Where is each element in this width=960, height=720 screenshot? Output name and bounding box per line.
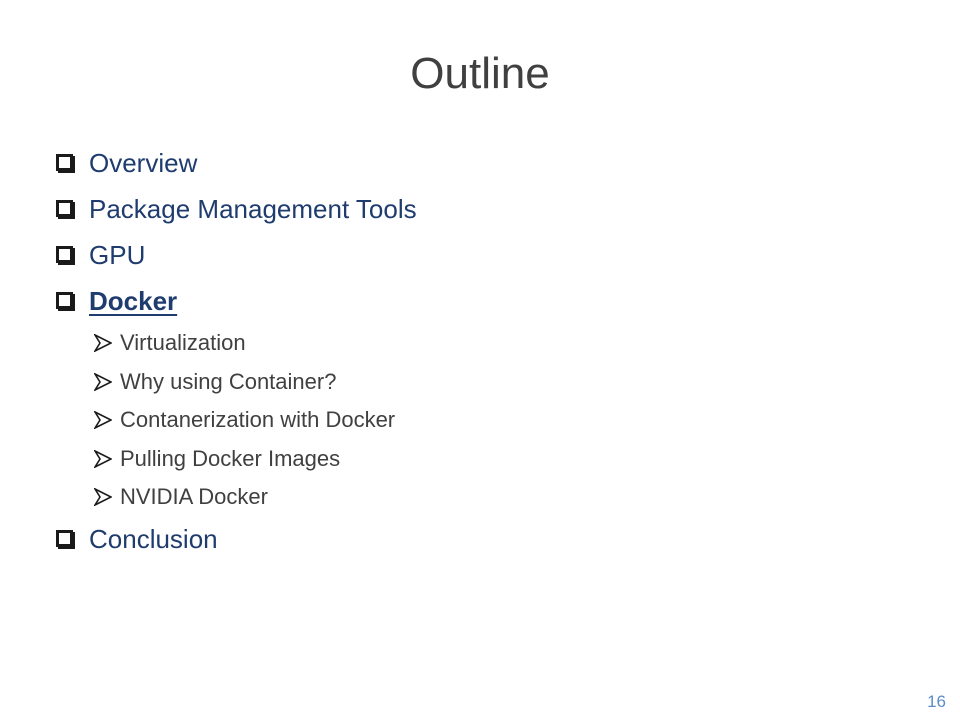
sub-item-why-using-container: Why using Container?	[56, 363, 916, 402]
page-number: 16	[927, 692, 946, 711]
outline-item-overview: Overview	[56, 140, 916, 186]
outline-item-label: Overview	[89, 147, 198, 178]
checkbox-bullet-icon	[56, 153, 73, 171]
sub-item-containerization-with-docker: Contanerization with Docker	[56, 401, 916, 440]
arrow-bullet-icon	[94, 372, 112, 391]
outline-item-conclusion: Conclusion	[56, 517, 916, 563]
sub-item-label: Virtualization	[120, 330, 246, 356]
arrow-bullet-icon	[94, 488, 112, 507]
outline-item-gpu: GPU	[56, 232, 916, 278]
slide: Outline Overview Package Management Tool…	[0, 0, 960, 720]
outline-list: Overview Package Management Tools GPU Do…	[56, 140, 916, 563]
arrow-bullet-icon	[94, 411, 112, 430]
arrow-bullet-icon	[94, 334, 112, 353]
sub-item-nvidia-docker: NVIDIA Docker	[56, 478, 916, 517]
checkbox-bullet-icon	[56, 291, 73, 309]
sub-item-label: Pulling Docker Images	[120, 445, 341, 471]
sub-item-virtualization: Virtualization	[56, 324, 916, 363]
sub-item-label: NVIDIA Docker	[120, 484, 268, 510]
outline-item-docker: Docker	[56, 278, 916, 324]
outline-item-label: GPU	[89, 239, 146, 270]
outline-item-package-management-tools: Package Management Tools	[56, 186, 916, 232]
arrow-bullet-icon	[94, 449, 112, 468]
outline-item-label-current: Docker	[89, 285, 178, 316]
sub-item-label: Why using Container?	[120, 368, 337, 394]
outline-item-label: Package Management Tools	[89, 193, 417, 224]
sub-item-label: Contanerization with Docker	[120, 407, 396, 433]
checkbox-bullet-icon	[56, 530, 73, 547]
slide-title: Outline	[410, 49, 550, 98]
outline-item-label: Conclusion	[89, 524, 218, 554]
checkbox-bullet-icon	[56, 199, 73, 217]
sub-item-pulling-docker-images: Pulling Docker Images	[56, 440, 916, 479]
checkbox-bullet-icon	[56, 245, 73, 263]
